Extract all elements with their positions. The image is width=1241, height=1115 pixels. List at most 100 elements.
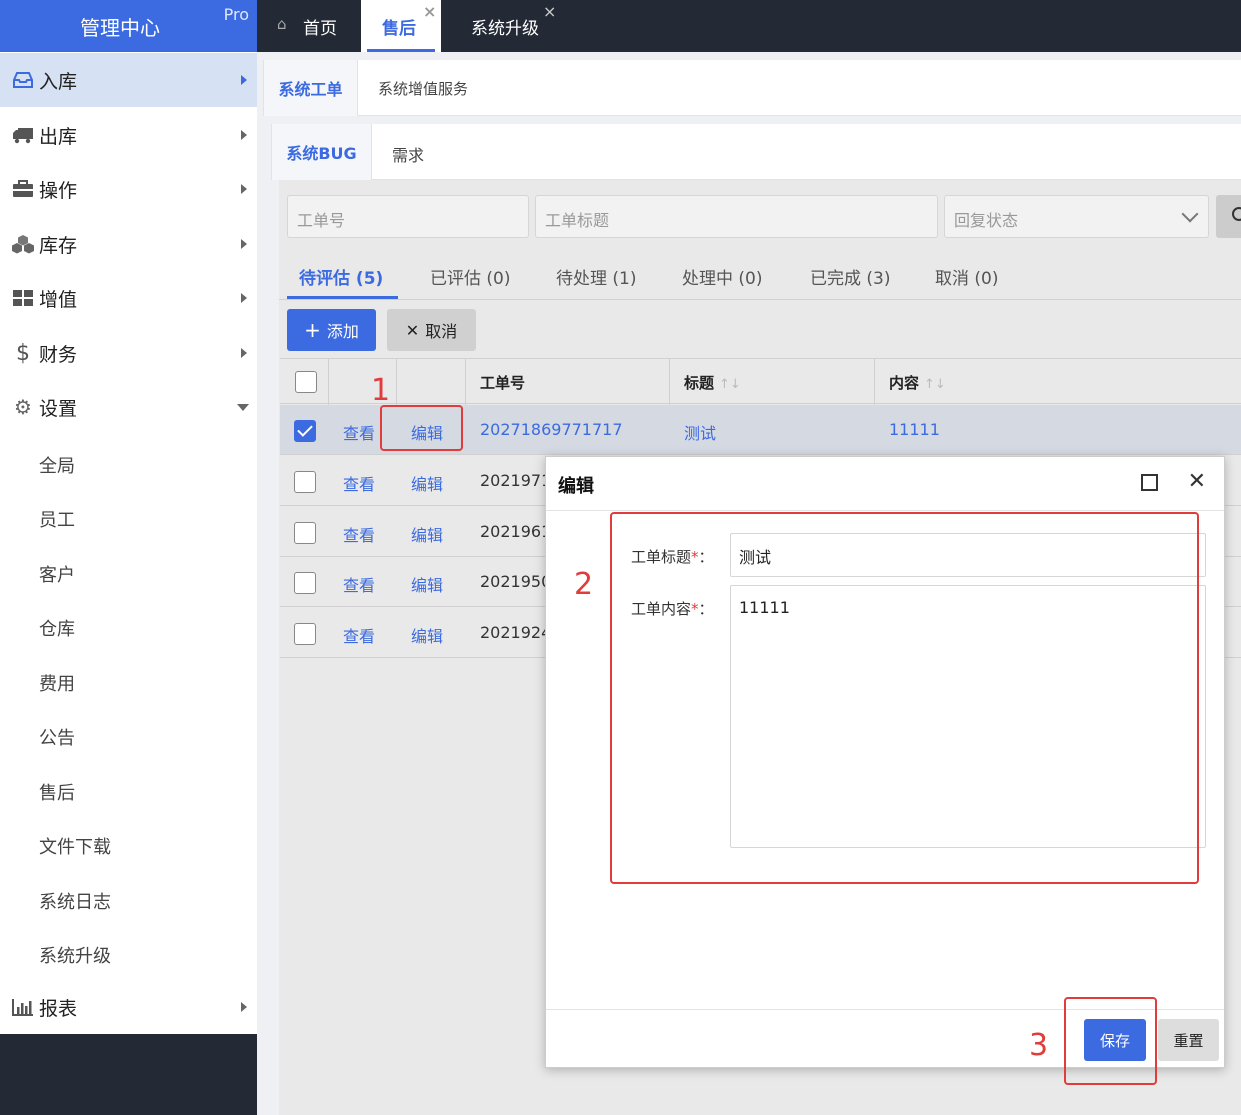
top-tab-label: 售后: [382, 19, 416, 39]
chevron-right-icon: [241, 130, 247, 140]
sidebar-item-inbound[interactable]: 入库: [0, 53, 257, 107]
briefcase-icon: [11, 178, 35, 200]
add-button-label: 添加: [326, 322, 359, 341]
add-button[interactable]: + 添加: [287, 309, 376, 351]
sidebar-footer: [0, 1034, 257, 1115]
sort-icon[interactable]: ↑↓: [924, 377, 946, 392]
cancel-button[interactable]: ✕ 取消: [387, 309, 476, 351]
sidebar-item-value-added[interactable]: 增值: [0, 271, 257, 325]
brand-badge: Pro: [223, 5, 249, 24]
column-header-content[interactable]: 内容 ↑↓: [889, 372, 946, 393]
plus-icon: +: [304, 318, 321, 342]
tab-system-ticket[interactable]: 系统工单: [264, 60, 358, 116]
sidebar-item-label: 增值: [39, 288, 78, 311]
sidebar-subitem-after-sales[interactable]: 售后: [39, 779, 75, 805]
tab-requirements[interactable]: 需求: [392, 142, 424, 166]
status-tab-completed[interactable]: 已完成 (3): [810, 264, 890, 289]
sidebar-subitem-warehouse[interactable]: 仓库: [39, 615, 75, 641]
row-checkbox[interactable]: [294, 522, 316, 544]
annotation-box-edit: [380, 405, 463, 451]
annotation-box-save: [1064, 997, 1157, 1085]
view-link[interactable]: 查看: [343, 522, 375, 546]
sidebar-item-settings[interactable]: ⚙ 设置: [0, 380, 257, 434]
top-tab-home[interactable]: ⌂ 首页: [257, 0, 361, 52]
home-icon: ⌂: [277, 15, 287, 33]
sidebar-item-inventory[interactable]: 库存: [0, 217, 257, 271]
brand-header: 管理中心 Pro: [0, 0, 257, 52]
status-tabs: 待评估 (5) 已评估 (0) 待处理 (1) 处理中 (0) 已完成 (3) …: [279, 248, 1241, 300]
sidebar-item-reports[interactable]: 报表: [0, 980, 257, 1034]
top-tab-system-upgrade[interactable]: 系统升级 ×: [441, 0, 561, 52]
chevron-right-icon: [241, 348, 247, 358]
top-tab-after-sales[interactable]: 售后 ×: [361, 0, 441, 52]
sidebar-subitem-system-upgrade[interactable]: 系统升级: [39, 942, 111, 968]
edit-link[interactable]: 编辑: [411, 572, 443, 596]
row-checkbox[interactable]: [294, 471, 316, 493]
maximize-icon[interactable]: [1141, 474, 1158, 491]
status-tab-processing[interactable]: 处理中 (0): [682, 264, 762, 289]
ticket-number-input[interactable]: 工单号: [287, 195, 529, 238]
status-tab-pending-process[interactable]: 待处理 (1): [556, 264, 636, 289]
annotation-number: 3: [1029, 1028, 1049, 1063]
reply-status-select[interactable]: 回复状态: [944, 195, 1209, 238]
gears-icon: ⚙: [14, 395, 32, 419]
chevron-right-icon: [241, 239, 247, 249]
x-icon: ✕: [405, 320, 420, 340]
ticket-title-input[interactable]: 工单标题: [535, 195, 938, 238]
search-icon: [1232, 207, 1241, 221]
view-link[interactable]: 查看: [343, 572, 375, 596]
annotation-box-form: [610, 512, 1199, 884]
column-header-ticket-no[interactable]: 工单号: [480, 372, 525, 393]
sidebar-subitem-system-log[interactable]: 系统日志: [39, 888, 111, 914]
sidebar-subitem-fees[interactable]: 费用: [39, 670, 75, 696]
close-icon[interactable]: ×: [543, 2, 556, 21]
status-tab-evaluated[interactable]: 已评估 (0): [430, 264, 510, 289]
bar-chart-icon: [11, 996, 35, 1018]
top-tab-label: 首页: [303, 19, 337, 39]
sidebar-item-operation[interactable]: 操作: [0, 162, 257, 216]
cancel-button-label: 取消: [425, 322, 458, 341]
column-separator: [465, 359, 466, 405]
row-checkbox[interactable]: [294, 623, 316, 645]
row-checkbox[interactable]: [294, 420, 316, 442]
sidebar-subitem-global[interactable]: 全局: [39, 452, 75, 478]
sidebar-item-finance[interactable]: $ 财务: [0, 326, 257, 380]
view-link[interactable]: 查看: [343, 471, 375, 495]
tab-system-value-added[interactable]: 系统增值服务: [378, 78, 468, 99]
column-separator: [328, 359, 329, 405]
chevron-down-icon: [1181, 205, 1199, 223]
chevron-down-icon: [237, 403, 249, 411]
select-all-checkbox[interactable]: [295, 371, 317, 393]
edit-link[interactable]: 编辑: [411, 623, 443, 647]
grid-icon: [11, 287, 35, 309]
edit-link[interactable]: 编辑: [411, 471, 443, 495]
chevron-right-icon: [241, 293, 247, 303]
column-separator: [396, 359, 397, 405]
view-link[interactable]: 查看: [343, 623, 375, 647]
row-checkbox[interactable]: [294, 572, 316, 594]
sidebar-subitem-downloads[interactable]: 文件下载: [39, 833, 111, 859]
reset-button[interactable]: 重置: [1158, 1019, 1219, 1061]
sidebar-subitem-staff[interactable]: 员工: [39, 506, 75, 532]
sidebar-subitem-notice[interactable]: 公告: [39, 724, 75, 750]
tab-system-bug[interactable]: 系统BUG: [272, 124, 372, 180]
status-tab-cancelled[interactable]: 取消 (0): [935, 264, 998, 289]
ticket-no-cell: 2021961: [480, 522, 552, 541]
search-button[interactable]: [1216, 195, 1241, 238]
status-tab-pending-eval[interactable]: 待评估 (5): [299, 264, 383, 289]
view-link[interactable]: 查看: [343, 420, 375, 444]
close-icon[interactable]: ×: [423, 2, 436, 21]
sidebar-item-outbound[interactable]: 出库: [0, 108, 257, 162]
cubes-icon: [11, 233, 35, 255]
sidebar-subitem-customer[interactable]: 客户: [39, 561, 75, 587]
brand-title: 管理中心: [80, 16, 160, 40]
dollar-icon: $: [16, 340, 30, 366]
column-header-title[interactable]: 标题 ↑↓: [684, 372, 741, 393]
sort-icon[interactable]: ↑↓: [719, 377, 741, 392]
top-tab-bar: ⌂ 首页 售后 × 系统升级 ×: [257, 0, 1241, 52]
modal-title: 编辑: [558, 476, 594, 497]
close-icon[interactable]: ✕: [1188, 469, 1206, 494]
ticket-no-cell[interactable]: 20271869771717: [480, 420, 623, 439]
tabs-level2: 系统BUG 需求: [271, 124, 1241, 180]
edit-link[interactable]: 编辑: [411, 522, 443, 546]
